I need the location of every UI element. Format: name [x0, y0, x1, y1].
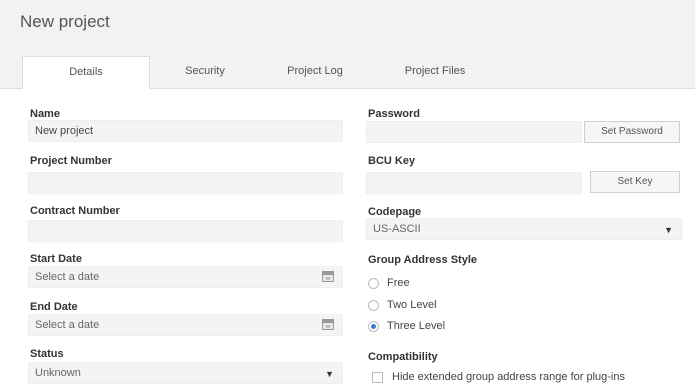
status-dropdown[interactable]: Unknown ▼	[28, 362, 343, 384]
hide-extended-range-label: Hide extended group address range for pl…	[392, 371, 625, 383]
radio-label-free: Free	[387, 277, 410, 289]
radio-button[interactable]	[368, 278, 379, 289]
name-label: Name	[30, 108, 60, 120]
set-key-button[interactable]: Set Key	[590, 171, 680, 193]
bcu-key-label: BCU Key	[368, 155, 416, 167]
contract-number-input[interactable]	[28, 220, 343, 242]
calendar-icon[interactable]	[322, 319, 334, 330]
password-input[interactable]	[366, 121, 582, 143]
tab-security[interactable]: Security	[150, 56, 260, 88]
end-date-picker[interactable]: Select a date	[28, 314, 343, 336]
contract-number-label: Contract Number	[30, 205, 120, 217]
tab-project-files[interactable]: Project Files	[370, 56, 500, 88]
tab-project-log[interactable]: Project Log	[260, 56, 370, 88]
codepage-dropdown[interactable]: US-ASCII ▼	[366, 218, 682, 240]
password-label: Password	[368, 108, 420, 120]
group-address-style-label: Group Address Style	[368, 254, 478, 266]
project-number-label: Project Number	[30, 155, 112, 167]
status-value: Unknown	[35, 367, 81, 379]
start-date-label: Start Date	[30, 253, 82, 265]
window-title: New project	[20, 12, 110, 31]
chevron-down-icon: ▼	[664, 225, 673, 235]
details-panel: Name New project Project Number Contract…	[0, 89, 695, 387]
start-date-picker[interactable]: Select a date	[28, 266, 343, 288]
calendar-icon[interactable]	[322, 271, 334, 282]
start-date-placeholder: Select a date	[35, 271, 100, 283]
title-bar: New project	[0, 0, 695, 50]
bcu-key-input[interactable]	[366, 172, 582, 194]
name-input[interactable]: New project	[28, 120, 343, 142]
tab-bar: Details Security Project Log Project Fil…	[0, 50, 695, 89]
radio-button-selected[interactable]	[368, 321, 379, 332]
chevron-down-icon: ▼	[325, 369, 334, 379]
radio-label-three-level: Three Level	[387, 320, 446, 332]
codepage-value: US-ASCII	[373, 223, 421, 235]
radio-button[interactable]	[368, 300, 379, 311]
project-number-input[interactable]	[28, 172, 343, 194]
compatibility-label: Compatibility	[368, 351, 438, 363]
tab-details[interactable]: Details	[22, 56, 150, 89]
radio-label-two-level: Two Level	[387, 299, 437, 311]
end-date-placeholder: Select a date	[35, 319, 100, 331]
name-value: New project	[35, 125, 94, 137]
codepage-label: Codepage	[368, 206, 422, 218]
end-date-label: End Date	[30, 301, 78, 313]
project-dialog: New project Details Security Project Log…	[0, 0, 695, 387]
hide-extended-range-checkbox[interactable]	[372, 372, 383, 383]
set-password-button[interactable]: Set Password	[584, 121, 680, 143]
status-label: Status	[30, 348, 64, 360]
